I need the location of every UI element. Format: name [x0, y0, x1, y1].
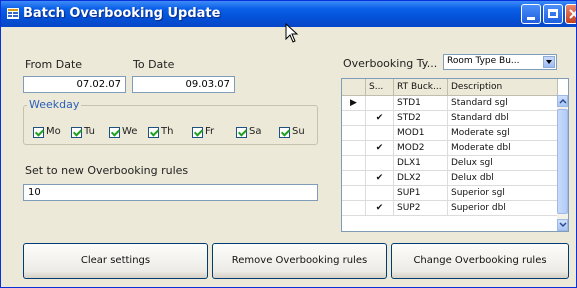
row-select-cell[interactable] [366, 156, 394, 171]
weekday-group-label: Weekday [27, 98, 82, 111]
checkbox-checked-icon [236, 127, 247, 138]
grid-vertical-scrollbar[interactable] [557, 95, 568, 231]
row-header-cell [342, 111, 366, 126]
maximize-icon [548, 9, 558, 18]
rt-bucket-cell: STD1 [394, 96, 448, 111]
rt-bucket-cell: MOD1 [394, 126, 448, 141]
rules-label: Set to new Overbooking rules [25, 164, 189, 177]
remove-overbooking-rules-button[interactable]: Remove Overbooking rules [212, 243, 387, 279]
check-mark-icon[interactable]: ✔ [366, 201, 394, 216]
weekday-group [23, 105, 318, 145]
checkbox-checked-icon [33, 127, 44, 138]
from-date-label: From Date [25, 58, 83, 71]
weekday-label: Fr [205, 126, 215, 137]
table-row[interactable]: SUP1 Superior sgl [342, 186, 558, 201]
scrollbar-thumb[interactable] [557, 109, 568, 214]
table-row[interactable]: DLX1 Delux sgl [342, 156, 558, 171]
check-mark-icon[interactable]: ✔ [366, 171, 394, 186]
room-bucket-grid: S... RT Buck... Description ▶ STD1 Stand… [341, 78, 569, 232]
check-mark-icon[interactable]: ✔ [366, 111, 394, 126]
chevron-up-icon [559, 98, 567, 104]
rt-bucket-cell: DLX1 [394, 156, 448, 171]
weekday-label: Tu [84, 126, 95, 137]
checkbox-checked-icon [279, 127, 290, 138]
overbooking-type-label: Overbooking Ty... [343, 57, 438, 70]
overbooking-rules-input[interactable]: 10 [23, 184, 318, 201]
row-header-cell [342, 126, 366, 141]
description-cell: Moderate dbl [448, 141, 558, 156]
mouse-cursor-icon [285, 23, 299, 43]
window-title: Batch Overbooking Update [23, 6, 221, 21]
from-date-input[interactable]: 07.02.07 [23, 76, 126, 93]
row-header-cell [342, 141, 366, 156]
description-cell: Superior dbl [448, 201, 558, 216]
table-row[interactable]: ✔ DLX2 Delux dbl [342, 171, 558, 186]
scroll-up-button[interactable] [557, 95, 568, 107]
description-cell: Delux sgl [448, 156, 558, 171]
weekday-label: We [122, 126, 138, 137]
chevron-down-icon[interactable] [543, 56, 555, 68]
weekday-label: Th [161, 126, 174, 137]
table-row[interactable]: MOD1 Moderate sgl [342, 126, 558, 141]
row-select-cell[interactable] [366, 126, 394, 141]
weekday-label: Sa [249, 126, 262, 137]
description-cell: Standard sgl [448, 96, 558, 111]
rt-bucket-cell: SUP1 [394, 186, 448, 201]
weekday-label: Su [292, 126, 305, 137]
row-header-cell [342, 201, 366, 216]
clear-settings-button[interactable]: Clear settings [23, 243, 208, 279]
chevron-down-icon [559, 222, 567, 228]
row-header-cell [342, 171, 366, 186]
minimize-icon [527, 17, 535, 20]
checkbox-checked-icon [148, 127, 159, 138]
table-row[interactable]: ✔ STD2 Standard dbl [342, 111, 558, 126]
to-date-label: To Date [133, 58, 175, 71]
table-icon [7, 8, 19, 19]
row-select-cell[interactable] [366, 96, 394, 111]
close-button[interactable] [565, 4, 576, 24]
row-select-cell[interactable] [366, 186, 394, 201]
row-header-cell [342, 156, 366, 171]
maximize-button[interactable] [543, 4, 563, 24]
column-header-description[interactable]: Description [448, 79, 558, 96]
description-cell: Delux dbl [448, 171, 558, 186]
checkbox-checked-icon [192, 127, 203, 138]
description-cell: Moderate sgl [448, 126, 558, 141]
close-icon [569, 9, 576, 19]
checkbox-checked-icon [109, 127, 120, 138]
table-row[interactable]: ✔ MOD2 Moderate dbl [342, 141, 558, 156]
rt-bucket-cell: SUP2 [394, 201, 448, 216]
weekday-label: Mo [46, 126, 61, 137]
change-overbooking-rules-button[interactable]: Change Overbooking rules [391, 243, 569, 279]
table-row[interactable]: ▶ STD1 Standard sgl [342, 96, 558, 111]
scroll-down-button[interactable] [557, 219, 568, 231]
column-header-rt-bucket[interactable]: RT Buck... [394, 79, 448, 96]
overbooking-type-value: Room Type Bu... [447, 56, 520, 66]
description-cell: Standard dbl [448, 111, 558, 126]
minimize-button[interactable] [521, 4, 541, 24]
batch-overbooking-window: Batch Overbooking Update From Date To Da… [0, 0, 577, 288]
rt-bucket-cell: MOD2 [394, 141, 448, 156]
description-cell: Superior sgl [448, 186, 558, 201]
rt-bucket-cell: DLX2 [394, 171, 448, 186]
to-date-input[interactable]: 09.03.07 [132, 76, 235, 93]
overbooking-type-select[interactable]: Room Type Bu... [443, 54, 557, 70]
row-header-cell [342, 186, 366, 201]
check-mark-icon[interactable]: ✔ [366, 141, 394, 156]
rt-bucket-cell: STD2 [394, 111, 448, 126]
column-header-selected[interactable]: S... [366, 79, 394, 96]
table-row[interactable]: ✔ SUP2 Superior dbl [342, 201, 558, 216]
checkbox-checked-icon [71, 127, 82, 138]
grid-corner [342, 79, 366, 96]
row-pointer-icon: ▶ [342, 96, 366, 111]
